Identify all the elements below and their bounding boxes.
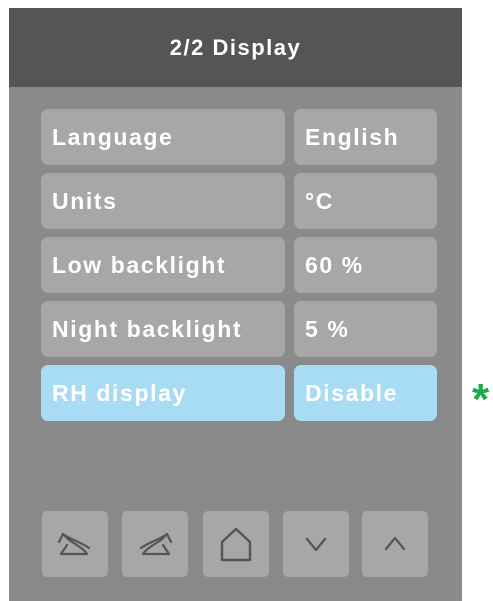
selection-marker-star: *: [472, 375, 490, 424]
undo-icon: [57, 532, 91, 556]
setting-value[interactable]: °C: [294, 173, 437, 229]
forward-button[interactable]: [122, 511, 188, 577]
chevron-down-icon: [305, 537, 327, 552]
scroll-up-button[interactable]: [362, 511, 428, 577]
setting-row-units[interactable]: Units °C: [41, 173, 437, 229]
setting-row-low-backlight[interactable]: Low backlight 60 %: [41, 237, 437, 293]
setting-label: RH display: [41, 365, 285, 421]
setting-value[interactable]: English: [294, 109, 437, 165]
setting-value[interactable]: 5 %: [294, 301, 437, 357]
setting-value[interactable]: Disable: [294, 365, 437, 421]
back-button[interactable]: [42, 511, 108, 577]
home-button[interactable]: [203, 511, 269, 577]
redo-icon: [139, 532, 173, 556]
screen-header: 2/2 Display: [9, 8, 462, 87]
page-title: 2/2 Display: [169, 34, 302, 60]
setting-label: Night backlight: [41, 301, 285, 357]
setting-label: Low backlight: [41, 237, 285, 293]
setting-row-rh-display[interactable]: RH display Disable: [41, 365, 437, 421]
setting-value[interactable]: 60 %: [294, 237, 437, 293]
setting-row-night-backlight[interactable]: Night backlight 5 %: [41, 301, 437, 357]
chevron-up-icon: [384, 536, 406, 551]
thermostat-screen: 2/2 Display Language English Units °C Lo…: [9, 8, 462, 601]
scroll-down-button[interactable]: [283, 511, 349, 577]
home-icon: [220, 527, 252, 562]
setting-label: Language: [41, 109, 285, 165]
setting-label: Units: [41, 173, 285, 229]
setting-row-language[interactable]: Language English: [41, 109, 437, 165]
